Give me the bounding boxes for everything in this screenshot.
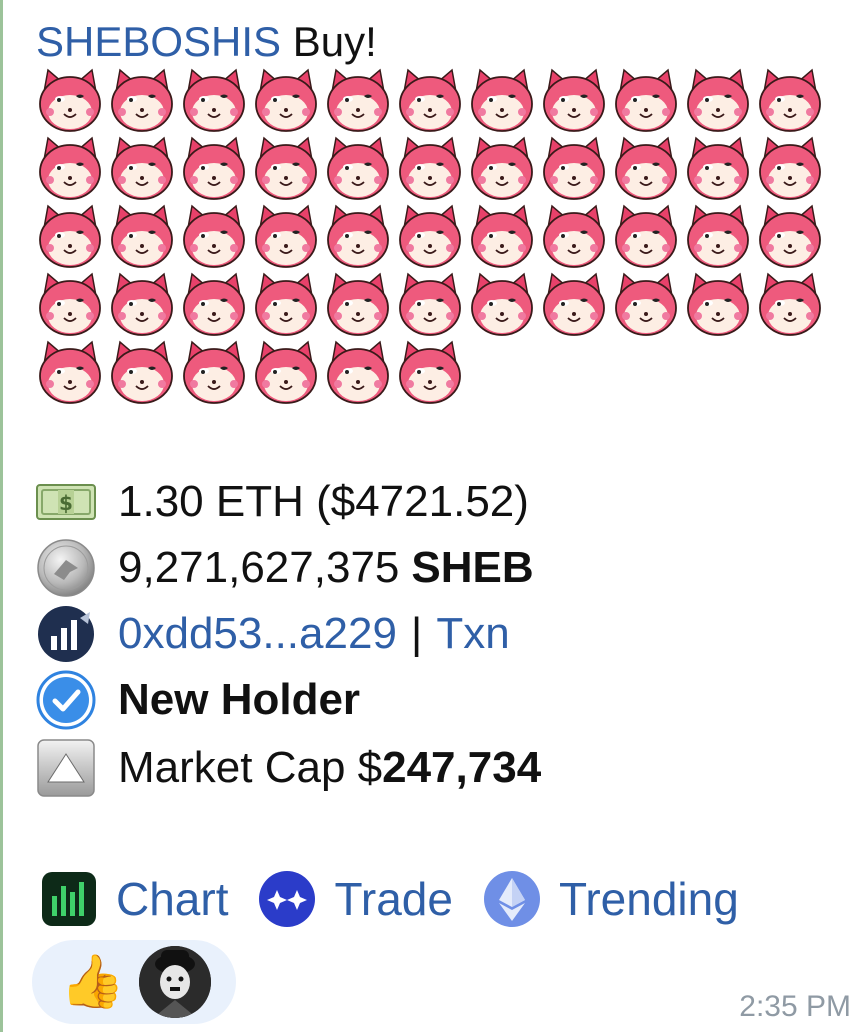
bottom-links: Chart Trade Trending [40, 866, 769, 932]
trade-link[interactable]: Trade [258, 870, 453, 928]
reaction-bubble[interactable]: 👍 [32, 940, 236, 1024]
pink-cat-face-icon [327, 272, 389, 336]
pink-cat-face-icon [327, 68, 389, 132]
pink-cat-face-icon [327, 204, 389, 268]
pink-cat-face-icon [759, 204, 821, 268]
pink-cat-face-icon [759, 272, 821, 336]
message-time: 2:35 PM [739, 990, 851, 1023]
pink-cat-face-icon [39, 204, 101, 268]
pink-cat-face-icon [183, 204, 245, 268]
pink-cat-face-icon [39, 136, 101, 200]
pink-cat-face-icon [471, 204, 533, 268]
bar-chart-icon [42, 872, 96, 926]
token-amount-row: 9,271,627,375 SHEB [36, 538, 534, 598]
pink-cat-face-icon [255, 136, 317, 200]
pink-cat-face-icon [687, 204, 749, 268]
pink-cat-face-icon [111, 68, 173, 132]
pink-cat-face-icon [399, 136, 461, 200]
pink-cat-face-icon [111, 204, 173, 268]
silver-coin-icon [36, 538, 102, 598]
pink-cat-face-icon [471, 136, 533, 200]
pink-cat-face-icon [543, 68, 605, 132]
pink-cat-face-icon [183, 272, 245, 336]
chart-link-label: Chart [116, 873, 229, 925]
pink-cat-face-icon [687, 136, 749, 200]
holder-row: New Holder [36, 670, 360, 730]
new-holder-label: New Holder [118, 675, 361, 724]
emoji-grid [34, 66, 826, 406]
pink-cat-face-icon [471, 272, 533, 336]
thumbs-up-reaction[interactable]: 👍 [60, 952, 125, 1012]
sender-name[interactable]: SHEBOSHIS [36, 18, 281, 65]
pink-cat-face-icon [255, 68, 317, 132]
pink-cat-face-icon [399, 68, 461, 132]
pink-cat-face-icon [543, 204, 605, 268]
trending-link-label: Trending [558, 873, 739, 925]
ethereum-icon [483, 871, 540, 927]
pink-cat-face-icon [399, 272, 461, 336]
sparkle-icon [259, 871, 316, 927]
message-header: SHEBOSHIS Buy! [36, 16, 377, 68]
pink-cat-face-icon [255, 340, 317, 404]
link-separator: | [410, 609, 423, 658]
market-cap-value: 247,734 [382, 743, 542, 792]
buy-label: Buy! [292, 18, 377, 65]
pink-cat-face-icon [111, 136, 173, 200]
avatar[interactable] [138, 946, 211, 1018]
up-arrow-icon [36, 738, 102, 798]
blue-check-icon [36, 670, 102, 730]
pink-cat-face-icon [615, 204, 677, 268]
eth-amount-row: $ 1.30 ETH ($4721.52) [36, 472, 529, 532]
market-cap-row: Market Cap $ 247,734 [36, 738, 541, 798]
pink-cat-face-icon [759, 68, 821, 132]
token-symbol: SHEB [411, 543, 534, 592]
pink-cat-face-icon [399, 340, 461, 404]
pink-cat-face-icon [615, 136, 677, 200]
pink-cat-face-icon [111, 340, 173, 404]
pink-cat-face-icon [543, 272, 605, 336]
pink-cat-face-icon [615, 272, 677, 336]
pink-cat-face-icon [399, 204, 461, 268]
pink-cat-face-icon [255, 204, 317, 268]
wallet-address-link[interactable]: 0xdd53...a229 [118, 609, 397, 659]
market-cap-label: Market Cap $ [118, 743, 383, 792]
pink-cat-face-icon [471, 68, 533, 132]
wallet-row: 0xdd53...a229 | Txn [36, 604, 510, 664]
pink-cat-face-icon [687, 68, 749, 132]
chart-link[interactable]: Chart [40, 870, 228, 928]
pink-cat-face-icon [39, 272, 101, 336]
pink-cat-face-icon [615, 68, 677, 132]
pink-cat-face-icon [543, 136, 605, 200]
pink-cat-face-icon [327, 136, 389, 200]
pink-cat-face-icon [183, 136, 245, 200]
trade-link-label: Trade [334, 873, 453, 925]
eth-amount: 1.30 ETH ($4721.52) [118, 477, 529, 526]
pink-cat-face-icon [327, 340, 389, 404]
token-amount: 9,271,627,375 [118, 543, 400, 592]
pink-cat-face-icon [759, 136, 821, 200]
pink-cat-face-icon [183, 68, 245, 132]
money-banknote-icon: $ [36, 472, 102, 532]
pink-cat-face-icon [111, 272, 173, 336]
pink-cat-face-icon [687, 272, 749, 336]
pink-cat-face-icon [183, 340, 245, 404]
pink-cat-face-icon [255, 272, 317, 336]
svg-text:$: $ [59, 491, 73, 515]
pink-cat-face-icon [39, 340, 101, 404]
chat-left-border [0, 0, 3, 1032]
chart-logo-icon [36, 604, 102, 664]
pink-cat-face-icon [39, 68, 101, 132]
txn-link[interactable]: Txn [436, 609, 509, 659]
trending-link[interactable]: Trending [483, 870, 739, 928]
